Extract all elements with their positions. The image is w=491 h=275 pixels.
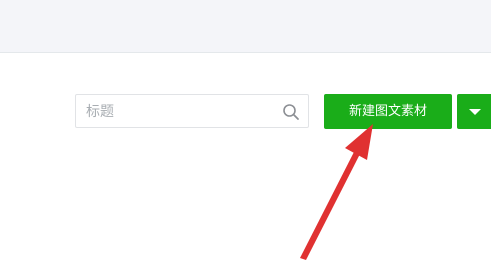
new-article-label: 新建图文素材 xyxy=(348,104,427,119)
search-icon[interactable] xyxy=(282,103,300,121)
content-area xyxy=(0,53,491,275)
search-input[interactable] xyxy=(86,101,276,123)
new-article-dropdown-button[interactable] xyxy=(457,94,491,129)
new-article-button[interactable]: 新建图文素材 xyxy=(324,94,452,129)
top-band xyxy=(0,0,491,53)
search-box[interactable] xyxy=(75,94,309,128)
caret-down-icon xyxy=(469,109,481,115)
